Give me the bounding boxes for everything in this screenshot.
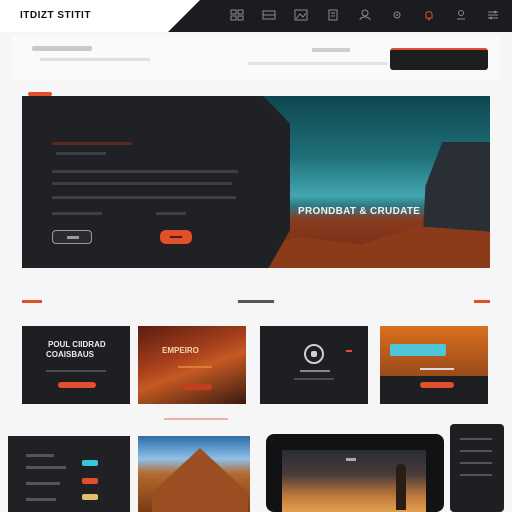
panel-row: [26, 498, 56, 501]
card-device: [390, 344, 446, 356]
header-cta-button[interactable]: [390, 48, 488, 70]
section-heading: [238, 300, 274, 303]
brand-logo[interactable]: ITDIZT STITIT: [20, 10, 91, 21]
status-indicator: [82, 460, 98, 466]
hero-text-line: [52, 196, 236, 199]
cards-underline: [164, 418, 228, 420]
panel-row: [26, 454, 54, 457]
hero-text-line: [52, 142, 132, 145]
card-subtitle: COAISBAUS: [46, 350, 95, 359]
gear-icon[interactable]: [388, 8, 406, 22]
header-nav-line: [248, 62, 388, 65]
grid-icon[interactable]: [260, 8, 278, 22]
document-icon[interactable]: [324, 8, 342, 22]
phone-preview[interactable]: [450, 424, 504, 512]
status-indicator: [82, 494, 98, 500]
dashboard-panel: [8, 436, 130, 512]
tablet-preview[interactable]: [266, 434, 444, 512]
phone-row: [460, 474, 492, 476]
notification-icon[interactable]: [420, 8, 438, 22]
nav-icons: [228, 8, 502, 22]
phone-row: [460, 450, 492, 452]
panel-row: [26, 482, 60, 485]
header-sublabel: [40, 58, 150, 61]
hut-roof: [152, 448, 248, 512]
divider-accent-left: [22, 300, 42, 303]
phone-row: [460, 462, 492, 464]
feature-card[interactable]: POUL CIIDRAD COAISBAUS: [22, 326, 130, 404]
hero-text-line: [156, 212, 186, 215]
face-icon: [304, 344, 324, 364]
hero-title: PRONDBAT & CRUDATE: [298, 206, 421, 217]
card-text-line: [300, 370, 330, 372]
profile-icon[interactable]: [356, 8, 374, 22]
feature-card[interactable]: EMPEIRO: [138, 326, 246, 404]
feature-card[interactable]: [260, 326, 368, 404]
card-button[interactable]: [58, 382, 96, 388]
hero-text-line: [52, 182, 232, 185]
photo-thumbnail[interactable]: [138, 436, 250, 512]
settings-icon[interactable]: [484, 8, 502, 22]
user-icon[interactable]: [452, 8, 470, 22]
status-indicator: [82, 478, 98, 484]
image-icon[interactable]: [292, 8, 310, 22]
card-button[interactable]: [182, 384, 212, 390]
card-text-line: [294, 378, 334, 380]
hero-text-line: [56, 152, 106, 155]
grid-icon[interactable]: [228, 8, 246, 22]
tablet-status: [346, 458, 356, 461]
tablet-figure: [396, 464, 406, 510]
hero-text-line: [52, 170, 238, 173]
card-button[interactable]: [420, 382, 454, 388]
hero-tab-indicator: [28, 92, 52, 96]
header-label: [32, 46, 92, 51]
header-nav-item[interactable]: [312, 48, 350, 52]
panel-row: [26, 466, 66, 469]
card-image: [138, 326, 246, 404]
card-title: POUL CIIDRAD: [48, 340, 106, 349]
phone-row: [460, 438, 492, 440]
card-text-line: [178, 366, 212, 368]
top-bar: ITDIZT STITIT: [0, 0, 512, 32]
hero-primary-button[interactable]: [160, 230, 192, 244]
card-title: EMPEIRO: [162, 346, 199, 355]
hero-secondary-button[interactable]: [52, 230, 92, 244]
feature-card[interactable]: [380, 326, 488, 404]
hero-text-line: [52, 212, 102, 215]
card-accent: [346, 350, 352, 352]
divider-accent-right: [474, 300, 490, 303]
section-divider: [22, 296, 490, 306]
card-text-line: [46, 370, 106, 372]
card-text-line: [420, 368, 454, 370]
